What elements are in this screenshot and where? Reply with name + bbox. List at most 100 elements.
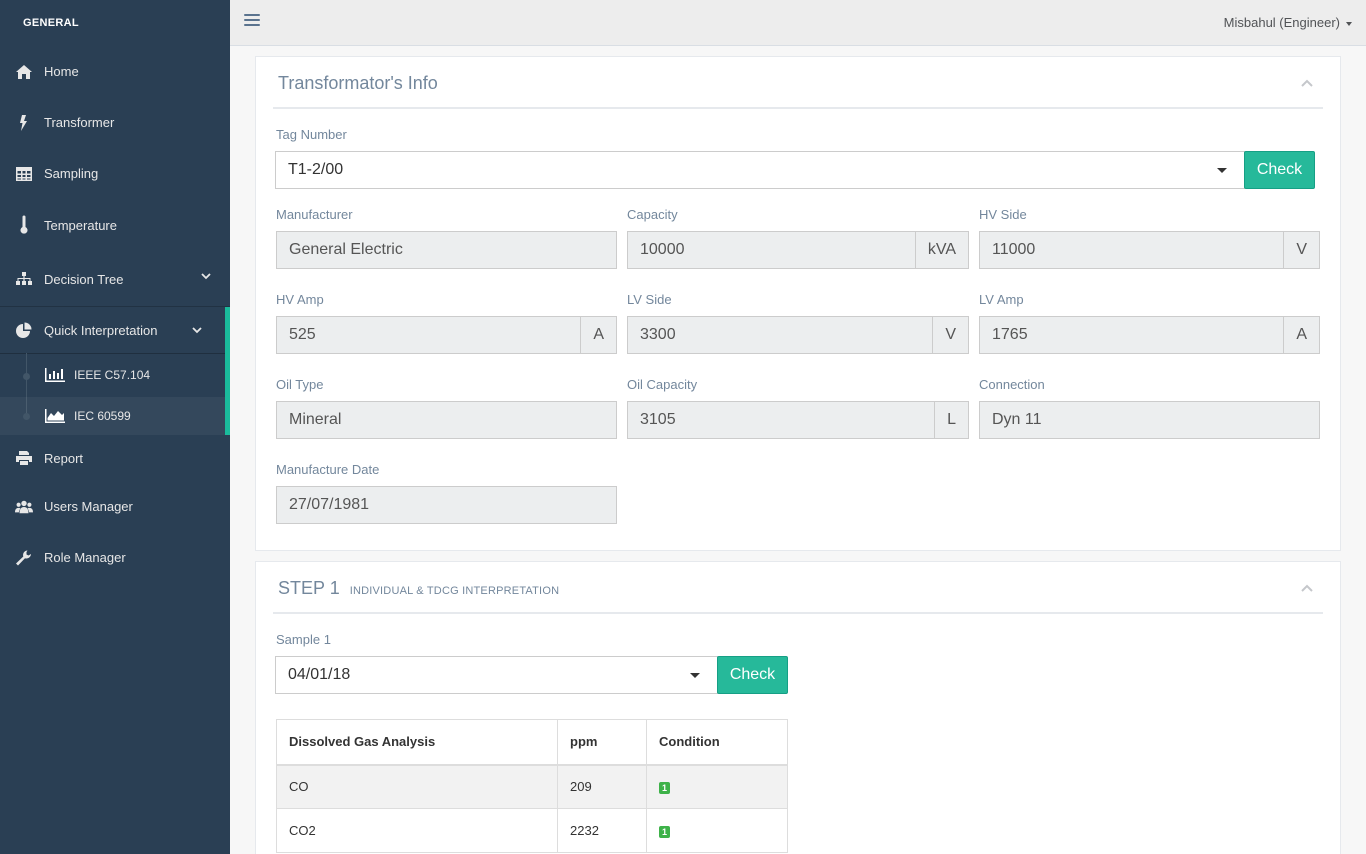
- chevron-up-icon[interactable]: [1301, 78, 1313, 88]
- check-tag-button[interactable]: Check: [1244, 151, 1315, 189]
- capacity-value: 10000: [640, 241, 685, 258]
- chevron-up-icon[interactable]: [1301, 583, 1313, 593]
- manufacturer-label: Manufacturer: [276, 207, 353, 222]
- oil-type-value: Mineral: [289, 411, 342, 428]
- sidebar-item-users-manager[interactable]: Users Manager: [0, 481, 230, 532]
- sidebar-item-label: Role Manager: [44, 550, 126, 565]
- hv-amp-field: 525 A: [276, 316, 617, 354]
- step-subtitle: INDIVIDUAL & TDCG INTERPRETATION: [349, 585, 560, 597]
- sample-label: Sample 1: [276, 632, 331, 647]
- gas-cell: CO2: [276, 808, 558, 853]
- lv-amp-unit: A: [1283, 317, 1319, 353]
- sidebar-item-label: Sampling: [44, 166, 99, 181]
- table-header-row: Dissolved Gas Analysis ppm Condition: [276, 719, 788, 766]
- sample-select[interactable]: 04/01/18: [275, 656, 718, 694]
- sitemap-icon: [14, 270, 34, 288]
- tag-number-select[interactable]: T1-2/00: [275, 151, 1245, 189]
- hv-amp-unit: A: [580, 317, 616, 353]
- lv-side-value: 3300: [640, 326, 676, 343]
- condition-cell: 1: [646, 764, 788, 809]
- wrench-icon: [14, 549, 34, 567]
- oil-capacity-value: 3105: [640, 411, 676, 428]
- manufacture-date-label: Manufacture Date: [276, 462, 380, 477]
- user-menu[interactable]: Misbahul (Engineer): [1224, 15, 1352, 30]
- submenu-item-ieee[interactable]: IEEE C57.104: [0, 353, 225, 397]
- lv-side-unit: V: [932, 317, 968, 353]
- lv-amp-field: 1765 A: [979, 316, 1320, 354]
- manufacturer-value: General Electric: [289, 241, 403, 258]
- manufacturer-field: General Electric: [276, 231, 617, 269]
- sidebar-item-label: Report: [44, 450, 84, 466]
- sidebar-item-report[interactable]: Report: [0, 435, 230, 481]
- connection-field: Dyn 11: [979, 401, 1320, 439]
- panel-heading: Transformator's Info: [278, 73, 438, 93]
- capacity-unit: kVA: [914, 232, 968, 268]
- hv-side-unit: V: [1283, 232, 1319, 268]
- table-row: CO 209 1: [276, 764, 788, 809]
- column-header-condition: Condition: [646, 719, 788, 766]
- menu-toggle-icon[interactable]: [244, 14, 260, 30]
- step-title: STEP 1: [278, 578, 340, 598]
- bolt-icon: [14, 114, 34, 132]
- sidebar-item-label: Quick Interpretation: [44, 322, 158, 338]
- dropdown-arrow-icon: [690, 672, 700, 678]
- panel-heading: STEP 1 INDIVIDUAL & TDCG INTERPRETATION: [278, 578, 559, 599]
- submenu-item-label: IEEE C57.104: [74, 368, 151, 382]
- dropdown-arrow-icon: [1217, 167, 1227, 173]
- capacity-field: 10000 kVA: [627, 231, 969, 269]
- sidebar-item-label: Users Manager: [44, 499, 133, 514]
- bar-chart-icon: [45, 368, 65, 382]
- connection-value: Dyn 11: [992, 411, 1042, 428]
- submenu-item-iec[interactable]: IEC 60599: [0, 397, 225, 435]
- user-name: Misbahul (Engineer): [1223, 15, 1340, 30]
- oil-capacity-label: Oil Capacity: [627, 377, 698, 392]
- sidebar-item-label: Decision Tree: [44, 271, 124, 287]
- sidebar-item-transformer[interactable]: Transformer: [0, 97, 230, 148]
- caret-down-icon: [1346, 21, 1352, 26]
- ppm-cell: 2232: [557, 808, 647, 853]
- pie-chart-icon: [14, 321, 34, 339]
- tag-number-label: Tag Number: [276, 127, 347, 142]
- manufacture-date-value: 27/07/1981: [289, 496, 370, 513]
- column-header-ppm: ppm: [557, 719, 647, 766]
- step1-panel: STEP 1 INDIVIDUAL & TDCG INTERPRETATION S…: [255, 561, 1341, 854]
- oil-type-label: Oil Type: [276, 377, 324, 392]
- sidebar-item-label: Home: [44, 64, 79, 79]
- sidebar-item-decision-tree[interactable]: Decision Tree: [0, 251, 230, 307]
- lv-side-label: LV Side: [627, 292, 672, 307]
- sidebar-item-label: Transformer: [44, 115, 115, 130]
- hv-side-field: 11000 V: [979, 231, 1320, 269]
- tag-number-value: T1-2/00: [288, 161, 344, 178]
- sidebar-item-temperature[interactable]: Temperature: [0, 199, 230, 251]
- hv-side-label: HV Side: [979, 207, 1027, 222]
- area-chart-icon: [45, 409, 65, 423]
- oil-capacity-field: 3105 L: [627, 401, 969, 439]
- dga-table: Dissolved Gas Analysis ppm Condition CO …: [276, 719, 788, 853]
- quick-interpretation-submenu: IEEE C57.104 IEC 60599: [0, 353, 230, 435]
- sidebar: GENERAL Home Transformer Sampling Temper…: [0, 0, 230, 854]
- check-sample-button[interactable]: Check: [717, 656, 788, 694]
- print-icon: [14, 449, 34, 467]
- hv-amp-value: 525: [289, 326, 316, 343]
- submenu-item-label: IEC 60599: [74, 409, 131, 423]
- ppm-cell: 209: [557, 764, 647, 809]
- thermometer-icon: [14, 215, 34, 234]
- lv-amp-label: LV Amp: [979, 292, 1024, 307]
- sidebar-section-title: GENERAL: [23, 17, 79, 29]
- sidebar-item-quick-interpretation[interactable]: Quick Interpretation: [0, 307, 230, 353]
- panel-title: Transformator's Info: [273, 57, 1323, 109]
- sidebar-item-role-manager[interactable]: Role Manager: [0, 532, 230, 583]
- home-icon: [14, 63, 34, 81]
- table-icon: [14, 165, 34, 183]
- sidebar-item-home[interactable]: Home: [0, 46, 230, 97]
- panel-title: STEP 1 INDIVIDUAL & TDCG INTERPRETATION: [273, 562, 1323, 614]
- condition-badge: 1: [659, 782, 671, 795]
- users-icon: [14, 498, 34, 516]
- transformer-info-panel: Transformator's Info Tag Number T1-2/00 …: [255, 56, 1341, 551]
- sample-value: 04/01/18: [288, 666, 351, 683]
- connection-label: Connection: [979, 377, 1045, 392]
- chevron-down-icon: [192, 327, 202, 334]
- top-navbar: Misbahul (Engineer): [230, 0, 1366, 46]
- sidebar-item-sampling[interactable]: Sampling: [0, 148, 230, 199]
- oil-type-field: Mineral: [276, 401, 617, 439]
